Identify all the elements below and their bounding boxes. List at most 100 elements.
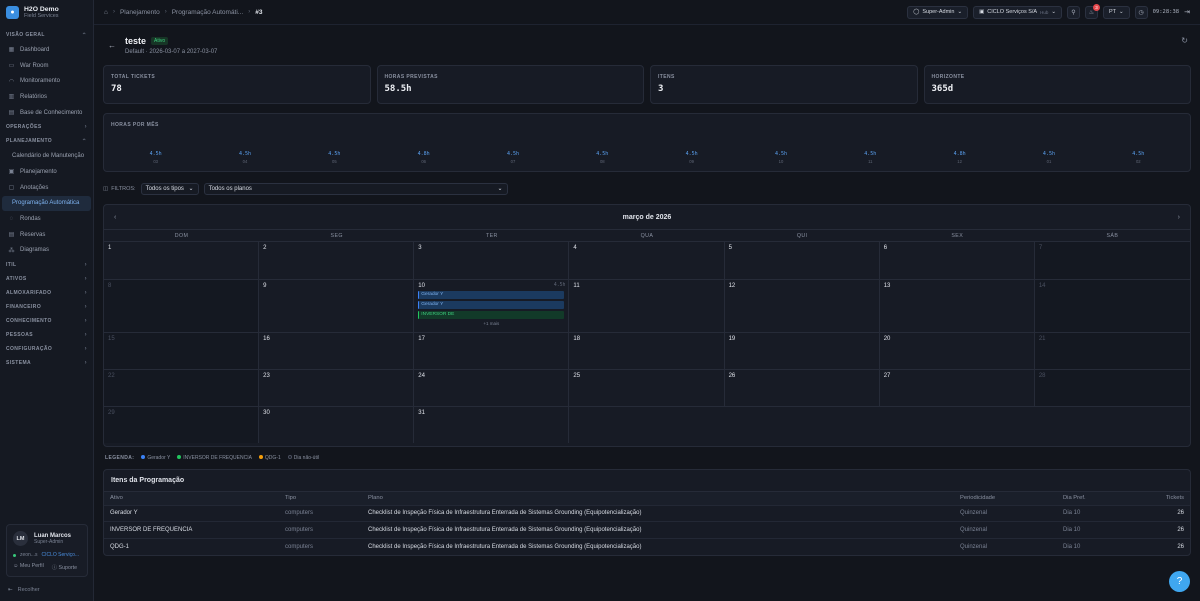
next-month-button[interactable]: › xyxy=(1178,214,1180,221)
nav-section-ativos[interactable]: ATIVOS › xyxy=(2,272,91,286)
calendar-day[interactable]: 21 xyxy=(1034,332,1190,369)
calendar-day[interactable]: 25 xyxy=(569,369,725,406)
calendar-day[interactable]: 9 xyxy=(259,279,415,332)
user-org-link[interactable]: CICLO Serviço... xyxy=(42,552,80,558)
stat-value: 3 xyxy=(658,84,664,94)
sidebar-item-relatorios[interactable]: ▥ Relatórios xyxy=(2,89,91,105)
sidebar-item-rondas[interactable]: ◌ Rondas xyxy=(2,211,91,227)
sidebar-item-dashboard[interactable]: ▦ Dashboard xyxy=(2,42,91,58)
nav-section-conhecimento[interactable]: CONHECIMENTO › xyxy=(2,314,91,328)
profile-link[interactable]: ☺ Meu Perfil xyxy=(13,563,44,571)
calendar-day[interactable]: 15 xyxy=(104,332,260,369)
more-events-link[interactable]: +1 mais xyxy=(418,321,564,326)
calendar-day[interactable]: 28 xyxy=(1034,369,1190,406)
hours-bar-month: 06 xyxy=(421,159,426,164)
monitor-icon: ▭ xyxy=(8,63,15,70)
nav-section-visao-geral[interactable]: VISÃO GERAL ⌃ xyxy=(2,28,91,42)
calendar-day[interactable]: 14 xyxy=(1034,279,1190,332)
home-icon[interactable]: ⌂ xyxy=(104,9,108,16)
hours-bar-month: 11 xyxy=(868,159,873,164)
hours-bar: 4.8h 06 xyxy=(379,151,468,164)
type-filter-select[interactable]: Todos os tipos ⌄ xyxy=(140,182,199,195)
org-select[interactable]: ▣ CICLO Serviços S/A Hub ⌄ xyxy=(973,5,1062,19)
hours-bar: 4.5h 04 xyxy=(200,151,289,164)
sidebar-item-war-room[interactable]: ▭ War Room xyxy=(2,58,91,74)
collapse-button[interactable]: ⇤ Recolher xyxy=(8,587,40,593)
plan-filter-select[interactable]: Todos os planos ⌄ xyxy=(203,182,508,195)
calendar-day[interactable]: 19 xyxy=(724,332,880,369)
calendar-day[interactable]: 17 xyxy=(414,332,570,369)
sidebar-item-anotacoes[interactable]: ▢ Anotações xyxy=(2,180,91,196)
clock-button[interactable]: ◷ xyxy=(1134,5,1148,19)
breadcrumb-item-planejamento[interactable]: Planejamento xyxy=(120,9,160,16)
route-icon: ◌ xyxy=(9,216,14,223)
nav-section-almoxarifado[interactable]: ALMOXARIFADO › xyxy=(2,286,91,300)
sidebar-item-programacao-automatica[interactable]: Programação Automática xyxy=(2,195,91,212)
table-row[interactable]: INVERSOR DE FREQUENCIA computers Checklist… xyxy=(104,521,1190,538)
calendar-event[interactable]: Gerador Y xyxy=(418,291,565,299)
sidebar-item-diagramas[interactable]: ⁂ Diagramas xyxy=(2,243,91,259)
nav-section-operacoes[interactable]: OPERAÇÕES › xyxy=(2,120,91,134)
table-row[interactable]: Gerador Ycomputers Checklist de Inspeção … xyxy=(104,504,1190,522)
nav-section-pessoas[interactable]: PESSOAS › xyxy=(2,328,91,342)
support-link[interactable]: ⓘ Suporte xyxy=(52,563,77,571)
calendar-day[interactable]: 22 xyxy=(104,369,260,406)
calendar-event[interactable]: INVERSOR DE xyxy=(418,311,565,319)
calendar-event[interactable]: Gerador Y xyxy=(418,301,565,309)
calendar-day[interactable]: 5 xyxy=(724,241,880,279)
legend-item: QDG-1 xyxy=(258,455,281,461)
calendar-day[interactable]: 8 xyxy=(104,279,260,332)
nav-section-sistema[interactable]: SISTEMA › xyxy=(2,356,91,370)
calendar-day[interactable]: 2 xyxy=(259,241,415,279)
hours-bar-value: 4.5h xyxy=(1132,151,1145,157)
calendar-day[interactable]: 31 xyxy=(414,406,570,443)
calendar-day[interactable]: 26 xyxy=(724,369,880,406)
calendar-day[interactable]: 29 xyxy=(104,406,260,443)
search-button[interactable]: ⚲ xyxy=(1066,5,1080,19)
nav-section-itil[interactable]: ITIL › xyxy=(2,258,91,272)
calendar-day[interactable]: 20 xyxy=(879,332,1035,369)
notifications-button[interactable]: ♨ 3 xyxy=(1084,3,1100,19)
calendar-day[interactable]: 12 xyxy=(724,279,880,332)
calendar-day[interactable]: 13 xyxy=(879,279,1035,332)
refresh-icon[interactable]: ↻ xyxy=(1181,36,1188,45)
nav-section-planejamento[interactable]: PLANEJAMENTO ⌃ xyxy=(2,134,91,148)
role-select[interactable]: ◯ Super-Admin ⌄ xyxy=(907,5,969,19)
calendar-day[interactable]: 6 xyxy=(879,241,1035,279)
brand[interactable]: ● H2O Demo Field Services xyxy=(0,0,93,24)
filters-label: ◫ FILTROS: xyxy=(103,186,136,192)
chevron-down-icon: ⌄ xyxy=(497,186,503,192)
nav-section-financeiro[interactable]: FINANCEIRO › xyxy=(2,300,91,314)
prev-month-button[interactable]: ‹ xyxy=(114,214,116,221)
help-button[interactable]: ? xyxy=(1169,571,1190,592)
calendar-day[interactable]: 1 xyxy=(104,241,260,279)
sidebar-item-calendario-de-manutencao[interactable]: Calendário de Manutenção xyxy=(2,148,91,164)
calendar-day[interactable]: 3 xyxy=(414,241,570,279)
calendar-day[interactable]: 16 xyxy=(259,332,415,369)
table-row[interactable]: QDG-1 computers Checklist de Inspeção Físi… xyxy=(104,537,1190,555)
calendar-day[interactable]: 4 xyxy=(569,241,725,279)
day-number: 30 xyxy=(263,410,270,416)
breadcrumb-item-programacao[interactable]: Programação Automáti... xyxy=(172,9,244,16)
back-arrow-icon[interactable]: ← xyxy=(108,41,116,50)
calendar-day[interactable]: 11 xyxy=(569,279,725,332)
language-select[interactable]: PT ⌄ xyxy=(1102,5,1130,19)
sidebar-item-monitoramento[interactable]: ◠ Monitoramento xyxy=(2,73,91,89)
sidebar-item-planejamento[interactable]: ▣ Planejamento xyxy=(2,164,91,180)
calendar-day[interactable]: 7 xyxy=(1034,241,1190,279)
sidebar-item-label: Anotações xyxy=(20,184,49,191)
calendar-day[interactable]: 10 4.5h Gerador Y Gerador Y INVERSOR DE +1 ma… xyxy=(414,279,570,332)
sidebar-item-label: Rondas xyxy=(20,216,41,223)
calendar-day[interactable]: 27 xyxy=(879,369,1035,406)
chart-icon: ▥ xyxy=(8,94,15,101)
logout-icon[interactable]: ⇥ xyxy=(1184,8,1190,16)
sidebar-item-reservas[interactable]: ▤ Reservas xyxy=(2,227,91,243)
calendar-day[interactable]: 30 xyxy=(259,406,415,443)
sidebar-item-label: Base de Conhecimento xyxy=(20,109,83,116)
user-org[interactable]: zeon...s CICLO Serviço... xyxy=(13,552,81,558)
calendar-day[interactable]: 23 xyxy=(259,369,415,406)
calendar-day[interactable]: 18 xyxy=(569,332,725,369)
sidebar-item-base-de-conhecimento[interactable]: ▤ Base de Conhecimento xyxy=(2,105,91,121)
calendar-day[interactable]: 24 xyxy=(414,369,570,406)
nav-section-configuracao[interactable]: CONFIGURAÇÃO › xyxy=(2,342,91,356)
